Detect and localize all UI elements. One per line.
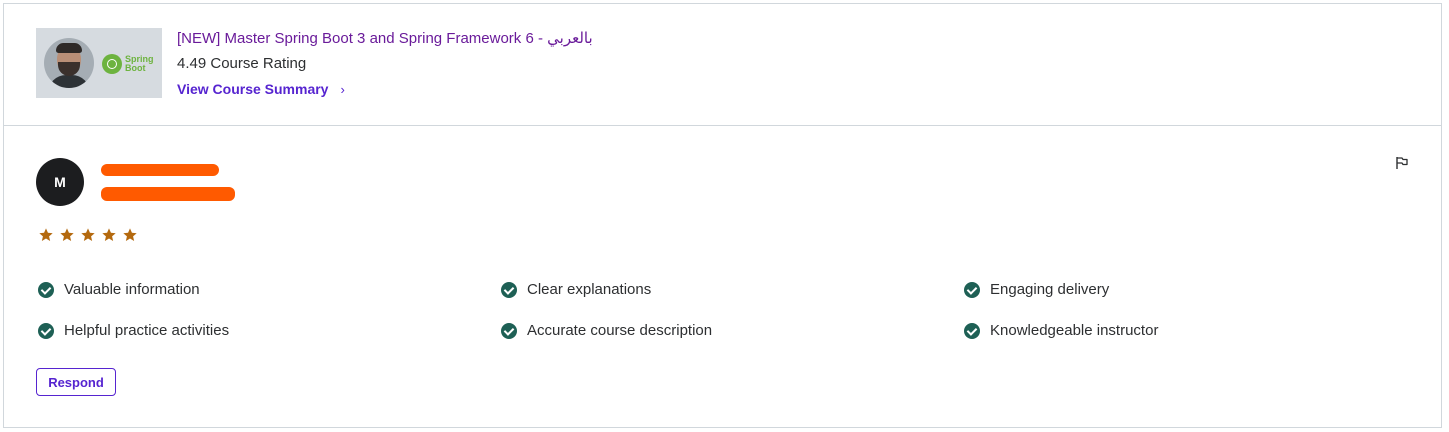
instructor-photo — [44, 38, 94, 88]
feedback-label: Knowledgeable instructor — [990, 322, 1159, 339]
star-icon — [60, 228, 74, 241]
feedback-item: Knowledgeable instructor — [964, 322, 1158, 339]
chevron-right-icon: › — [340, 81, 345, 97]
divider — [4, 125, 1441, 126]
spring-logo-icon — [102, 54, 122, 74]
view-summary-label: View Course Summary — [177, 81, 329, 97]
feedback-label: Engaging delivery — [990, 281, 1110, 298]
feedback-item: Engaging delivery — [964, 281, 1109, 298]
feedback-label: Accurate course description — [527, 322, 713, 339]
feedback-item: Clear explanations — [501, 281, 651, 298]
feedback-item: Helpful practice activities — [38, 322, 229, 339]
flag-icon[interactable] — [1395, 156, 1409, 170]
star-icon — [123, 228, 137, 241]
check-circle-icon — [501, 281, 517, 298]
view-course-summary-link[interactable]: View Course Summary › — [177, 81, 345, 97]
respond-button[interactable]: Respond — [36, 368, 116, 396]
feedback-item: Valuable information — [38, 281, 200, 298]
check-circle-icon — [964, 322, 980, 339]
star-rating — [38, 227, 138, 243]
star-icon — [81, 228, 95, 241]
feedback-label: Helpful practice activities — [64, 322, 230, 339]
check-circle-icon — [501, 322, 517, 339]
review-card: Spring Boot [NEW] Master Spring Boot 3 a… — [3, 3, 1442, 428]
course-title-link[interactable]: [NEW] Master Spring Boot 3 and Spring Fr… — [177, 29, 593, 47]
avatar-initial: M — [54, 174, 66, 190]
star-icon — [102, 228, 116, 241]
check-circle-icon — [964, 281, 980, 298]
spring-boot-logo-text: Spring Boot — [125, 54, 154, 73]
feedback-item: Accurate course description — [501, 322, 712, 339]
feedback-label: Clear explanations — [527, 281, 652, 298]
course-thumbnail[interactable]: Spring Boot — [36, 28, 162, 98]
check-circle-icon — [38, 281, 54, 298]
check-circle-icon — [38, 322, 54, 339]
course-rating: 4.49 Course Rating — [177, 55, 307, 72]
star-icon — [39, 228, 53, 241]
avatar: M — [36, 158, 84, 206]
feedback-label: Valuable information — [64, 281, 200, 298]
